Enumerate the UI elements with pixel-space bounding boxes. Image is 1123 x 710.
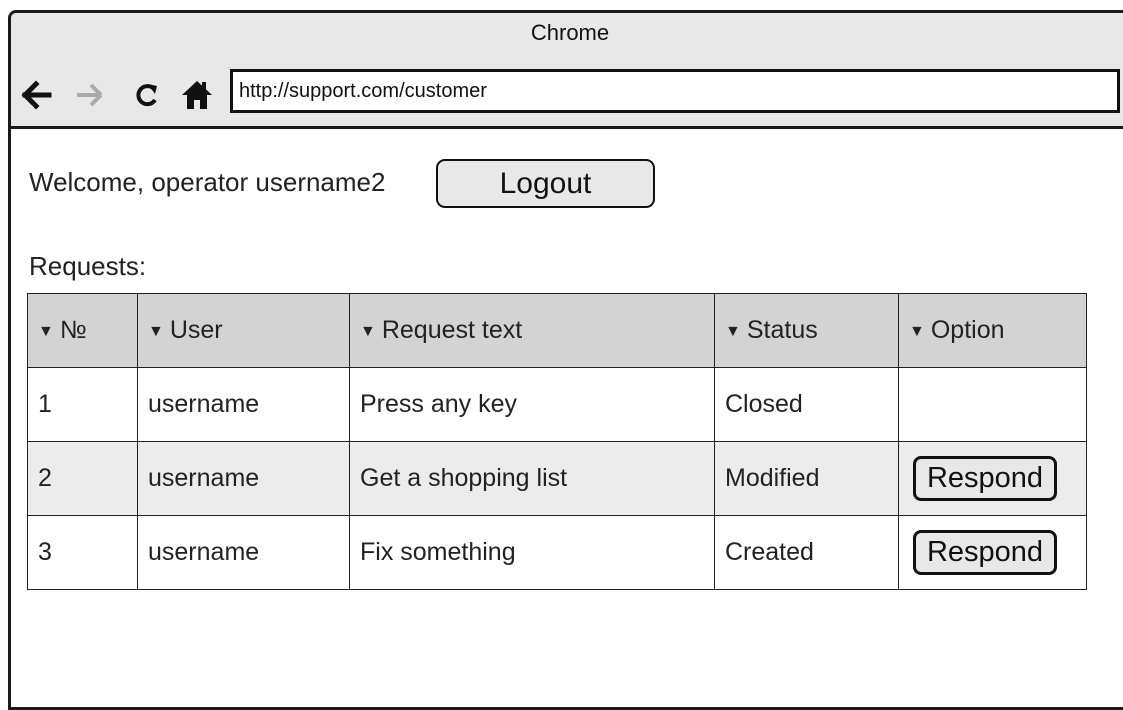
browser-toolbar: Chrome http://support.com/customer [11, 13, 1123, 129]
column-header-request-text[interactable]: ▼ Request text [349, 293, 715, 368]
cell-number: 2 [27, 441, 138, 516]
table-row: 1 username Press any key Closed [27, 367, 1087, 442]
home-icon[interactable] [179, 77, 215, 113]
cell-number: 3 [27, 515, 138, 590]
browser-window: Chrome http://support.com/customer Welco… [8, 10, 1123, 710]
column-header-option[interactable]: ▼ Option [898, 293, 1087, 368]
column-header-label: № [59, 316, 87, 344]
cell-request-text: Get a shopping list [349, 441, 715, 516]
requests-table: ▼ № ▼ User ▼ Request text ▼ Status ▼ Option 1… [27, 293, 1087, 590]
cell-request-text: Fix something [349, 515, 715, 590]
sort-arrow-icon: ▼ [360, 323, 376, 340]
cell-option: Respond [898, 441, 1087, 516]
address-bar[interactable]: http://support.com/customer [230, 69, 1120, 113]
table-row: 3 username Fix something Created Respond [27, 515, 1087, 590]
browser-title: Chrome [530, 20, 610, 45]
table-header-row: ▼ № ▼ User ▼ Request text ▼ Status ▼ Option [27, 293, 1087, 368]
cell-status: Closed [714, 367, 899, 442]
back-arrow-icon[interactable] [19, 77, 55, 113]
cell-number: 1 [27, 367, 138, 442]
column-header-label: Status [746, 316, 818, 344]
reload-icon[interactable] [129, 77, 165, 113]
respond-button[interactable]: Respond [913, 456, 1057, 501]
respond-button[interactable]: Respond [913, 530, 1057, 575]
column-header-label: Request text [381, 316, 523, 344]
cell-option [898, 367, 1087, 442]
column-header-label: Option [930, 316, 1005, 344]
column-header-number[interactable]: ▼ № [27, 293, 138, 368]
logout-button[interactable]: Logout [436, 159, 655, 208]
sort-arrow-icon: ▼ [909, 323, 925, 340]
table-row: 2 username Get a shopping list Modified … [27, 441, 1087, 516]
cell-status: Modified [714, 441, 899, 516]
cell-user: username [137, 515, 350, 590]
cell-request-text: Press any key [349, 367, 715, 442]
forward-arrow-icon[interactable] [73, 77, 109, 113]
cell-user: username [137, 441, 350, 516]
sort-arrow-icon: ▼ [148, 323, 164, 340]
sort-arrow-icon: ▼ [725, 323, 741, 340]
cell-status: Created [714, 515, 899, 590]
welcome-text: Welcome, operator username2 [29, 167, 386, 197]
column-header-user[interactable]: ▼ User [137, 293, 350, 368]
cell-option: Respond [898, 515, 1087, 590]
requests-label: Requests: [29, 251, 147, 281]
column-header-label: User [169, 316, 223, 344]
cell-user: username [137, 367, 350, 442]
sort-arrow-icon: ▼ [38, 323, 54, 340]
column-header-status[interactable]: ▼ Status [714, 293, 899, 368]
